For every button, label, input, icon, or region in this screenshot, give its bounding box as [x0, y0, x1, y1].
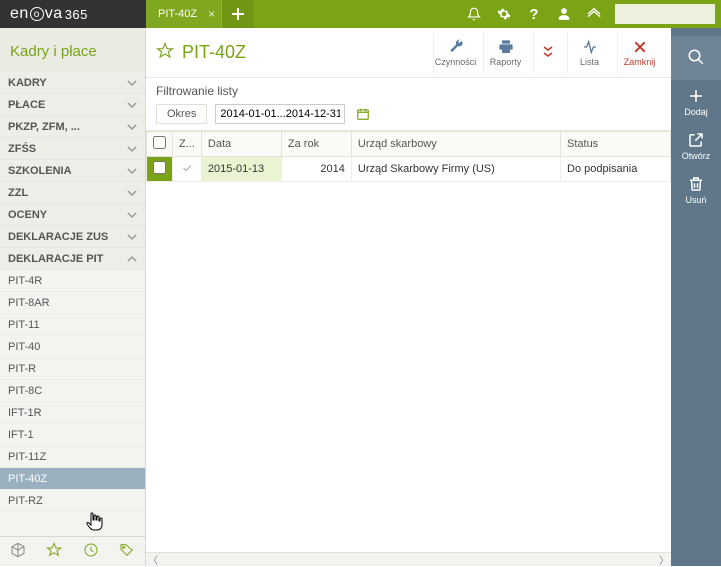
sidebar-item-pit-11[interactable]: PIT-11 [0, 314, 145, 336]
grid-header-row: Z... Data Za rok Urząd skarbowy Status [147, 132, 671, 157]
rail-otworz-button[interactable]: Otwórz [671, 124, 721, 168]
filter-period-input[interactable] [215, 104, 345, 124]
grid-header-zarok[interactable]: Za rok [281, 132, 351, 157]
chevron-down-icon [127, 100, 137, 110]
pulse-icon [581, 39, 599, 55]
sidebar-categories: KADRY PŁACE PKZP, ZFM, ... ZFŚS SZKOLENI… [0, 72, 145, 536]
grid-row-z-icon [173, 157, 202, 182]
help-icon[interactable]: ? [519, 0, 549, 28]
toolbar-raporty-button[interactable]: Raporty [483, 33, 527, 73]
search-icon [687, 48, 705, 66]
app-logo: enova365 [0, 0, 146, 28]
sidebar-cat-pkzp[interactable]: PKZP, ZFM, ... [0, 116, 145, 138]
notifications-icon[interactable] [459, 0, 489, 28]
calendar-icon[interactable] [353, 104, 373, 124]
home-icon[interactable] [579, 0, 609, 28]
clock-icon[interactable] [83, 542, 99, 561]
chevron-down-icon [127, 122, 137, 132]
grid-header-urzad[interactable]: Urząd skarbowy [351, 132, 560, 157]
sidebar-item-pit-4r[interactable]: PIT-4R [0, 270, 145, 292]
chevron-down-icon [127, 144, 137, 154]
chevron-down-icon [127, 232, 137, 242]
sidebar-item-ift-1r[interactable]: IFT-1R [0, 402, 145, 424]
filter-period-label: Okres [156, 104, 207, 124]
global-search-input[interactable] [615, 4, 715, 24]
sidebar: Kadry i płace KADRY PŁACE PKZP, ZFM, ...… [0, 28, 146, 566]
printer-icon [497, 39, 515, 55]
horizontal-scrollbar[interactable]: 〈 〉 [146, 552, 671, 566]
scroll-left-icon[interactable]: 〈 [148, 552, 158, 567]
open-icon [687, 131, 705, 149]
star-icon[interactable] [46, 542, 62, 561]
grid-header-data[interactable]: Data [201, 132, 281, 157]
topbar: enova365 PIT-40Z × ? [0, 0, 721, 28]
toolbar: PIT-40Z Czynności Raporty Lista [146, 28, 671, 78]
sidebar-cat-deklaracje-pit[interactable]: DEKLARACJE PIT [0, 248, 145, 270]
sidebar-item-pit-rz[interactable]: PIT-RZ [0, 490, 145, 512]
topbar-icons: ? [459, 0, 721, 28]
grid-cell-urzad: Urząd Skarbowy Firmy (US) [351, 157, 560, 182]
rail-usun-button[interactable]: Usuń [671, 168, 721, 212]
chevron-down-icon [127, 188, 137, 198]
plus-icon [687, 87, 705, 105]
toolbar-czynnosci-button[interactable]: Czynności [433, 33, 477, 73]
sidebar-item-pit-40[interactable]: PIT-40 [0, 336, 145, 358]
wrench-icon [447, 39, 465, 55]
user-icon[interactable] [549, 0, 579, 28]
toolbar-dropdown-button[interactable] [533, 33, 561, 73]
add-tab-button[interactable] [222, 0, 254, 28]
rail-dodaj-button[interactable]: Dodaj [671, 80, 721, 124]
filter-title: Filtrowanie listy [156, 84, 661, 98]
tag-icon[interactable] [119, 542, 135, 561]
sidebar-item-ift-1[interactable]: IFT-1 [0, 424, 145, 446]
toolbar-zamknij-button[interactable]: Zamknij [617, 33, 661, 73]
plus-icon [231, 7, 245, 21]
sidebar-item-pit-40z[interactable]: PIT-40Z [0, 468, 145, 490]
sidebar-cat-deklaracje-zus[interactable]: DEKLARACJE ZUS [0, 226, 145, 248]
grid-cell-data: 2015-01-13 [201, 157, 281, 182]
page-title: PIT-40Z [182, 42, 433, 63]
sidebar-cat-zfss[interactable]: ZFŚS [0, 138, 145, 160]
trash-icon [687, 175, 705, 193]
chevron-down-icon [127, 166, 137, 176]
grid: Z... Data Za rok Urząd skarbowy Status 2… [146, 131, 671, 552]
scroll-right-icon[interactable]: 〉 [659, 552, 669, 567]
content: PIT-40Z Czynności Raporty Lista [146, 28, 671, 566]
right-rail: Dodaj Otwórz Usuń [671, 28, 721, 566]
sidebar-item-pit-8c[interactable]: PIT-8C [0, 380, 145, 402]
sidebar-item-pit-r[interactable]: PIT-R [0, 358, 145, 380]
sidebar-cat-szkolenia[interactable]: SZKOLENIA [0, 160, 145, 182]
sidebar-bottom-icons [0, 536, 145, 566]
tab-close-icon[interactable]: × [208, 7, 215, 21]
chevron-down-icon [127, 78, 137, 88]
double-chevron-icon [542, 44, 554, 60]
tab-pit40z[interactable]: PIT-40Z × [146, 0, 222, 28]
sidebar-cat-kadry[interactable]: KADRY [0, 72, 145, 94]
sidebar-cat-oceny[interactable]: OCENY [0, 204, 145, 226]
tab-label: PIT-40Z [158, 8, 197, 20]
grid-cell-status: Do podpisania [561, 157, 671, 182]
chevron-up-icon [127, 254, 137, 264]
cube-icon[interactable] [10, 542, 26, 561]
rail-search-button[interactable] [671, 36, 721, 80]
settings-icon[interactable] [489, 0, 519, 28]
chevron-down-icon [127, 210, 137, 220]
sidebar-item-pit-11z[interactable]: PIT-11Z [0, 446, 145, 468]
module-title: Kadry i płace [0, 28, 145, 72]
sidebar-cat-place[interactable]: PŁACE [0, 94, 145, 116]
close-icon [632, 39, 648, 55]
grid-row-checkbox[interactable] [147, 157, 173, 182]
sidebar-cat-zzl[interactable]: ZZL [0, 182, 145, 204]
grid-header-status[interactable]: Status [561, 132, 671, 157]
favorite-star-icon[interactable] [156, 42, 174, 63]
sidebar-item-pit-8ar[interactable]: PIT-8AR [0, 292, 145, 314]
filter-panel: Filtrowanie listy Okres [146, 78, 671, 131]
grid-header-checkbox[interactable] [147, 132, 173, 157]
toolbar-lista-button[interactable]: Lista [567, 33, 611, 73]
grid-header-z[interactable]: Z... [173, 132, 202, 157]
grid-cell-zarok: 2014 [281, 157, 351, 182]
grid-row[interactable]: 2015-01-13 2014 Urząd Skarbowy Firmy (US… [147, 157, 671, 182]
